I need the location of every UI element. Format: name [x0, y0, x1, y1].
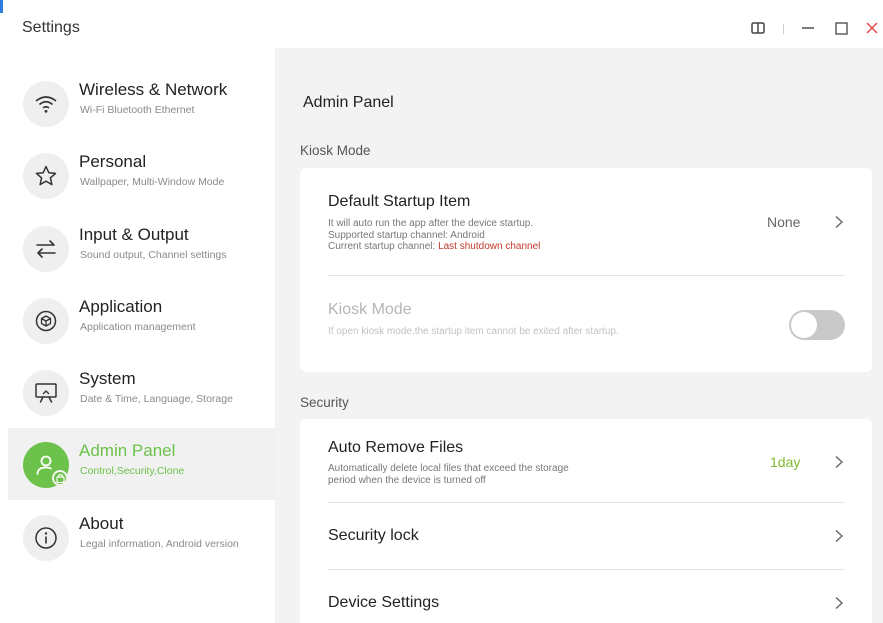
maximize-icon — [834, 21, 848, 35]
auto-remove-files-value: 1day — [770, 454, 801, 470]
current-channel-value: Last shutdown channel — [438, 241, 541, 252]
window-title: Settings — [22, 19, 80, 36]
info-icon — [23, 515, 69, 561]
title-separator — [783, 24, 784, 34]
auto-remove-files-desc: Automatically delete local files that ex… — [328, 463, 569, 486]
title-accent — [0, 0, 3, 13]
kiosk-card: Default Startup Item It will auto run th… — [300, 168, 872, 372]
security-lock-title: Security lock — [328, 527, 419, 544]
kiosk-mode-desc: If open kiosk mode,the startup item cann… — [328, 326, 619, 337]
sidebar-item-label: System — [79, 369, 136, 388]
chevron-right-icon — [835, 529, 844, 543]
minimize-icon — [802, 27, 814, 29]
sidebar-item-subtitle: Wallpaper, Multi-Window Mode — [80, 176, 225, 188]
sidebar-item-label: Wireless & Network — [79, 80, 228, 99]
kiosk-mode-row: Kiosk Mode If open kiosk mode,the startu… — [300, 276, 872, 372]
swap-arrows-icon — [23, 226, 69, 272]
sidebar-item-subtitle: Wi-Fi Bluetooth Ethernet — [80, 104, 195, 116]
sidebar-item-label: Application — [79, 297, 163, 316]
kiosk-mode-title: Kiosk Mode — [328, 301, 412, 318]
kiosk-mode-toggle[interactable] — [789, 310, 845, 340]
device-settings-row[interactable]: Device Settings — [300, 570, 872, 623]
auto-remove-files-title: Auto Remove Files — [328, 439, 464, 456]
sidebar-item-wireless-network[interactable]: Wireless & Network Wi-Fi Bluetooth Ether… — [8, 67, 275, 139]
monitor-icon — [23, 370, 69, 416]
desc-line: Automatically delete local files that ex… — [328, 463, 569, 474]
sidebar-item-admin-panel[interactable]: Admin Panel Control,Security,Clone — [8, 428, 275, 500]
sidebar-item-label: Personal — [79, 152, 147, 171]
section-title-kiosk: Kiosk Mode — [300, 143, 371, 158]
sidebar-item-about[interactable]: About Legal information, Android version — [8, 501, 275, 573]
split-view-button[interactable] — [746, 14, 770, 42]
sidebar-item-subtitle: Date & Time, Language, Storage — [80, 393, 233, 405]
sidebar-item-personal[interactable]: Personal Wallpaper, Multi-Window Mode — [8, 139, 275, 211]
minimize-button[interactable] — [796, 14, 820, 42]
desc-line: Current startup channel: Last shutdown c… — [328, 241, 540, 253]
section-title-security: Security — [300, 395, 349, 410]
cube-icon — [23, 298, 69, 344]
star-icon — [23, 153, 69, 199]
sidebar-item-subtitle: Sound output, Channel settings — [80, 249, 227, 261]
device-settings-title: Device Settings — [328, 594, 440, 611]
default-startup-row[interactable]: Default Startup Item It will auto run th… — [300, 168, 872, 275]
wifi-icon — [23, 81, 69, 127]
current-channel-label: Current startup channel: — [328, 241, 439, 252]
split-view-icon — [751, 22, 765, 34]
toggle-knob — [791, 312, 817, 338]
chevron-right-icon — [835, 596, 844, 610]
sidebar-item-label: Admin Panel — [79, 441, 176, 460]
auto-remove-files-row[interactable]: Auto Remove Files Automatically delete l… — [300, 419, 872, 502]
sidebar: Wireless & Network Wi-Fi Bluetooth Ether… — [8, 58, 275, 623]
sidebar-item-subtitle: Application management — [80, 321, 196, 333]
default-startup-title: Default Startup Item — [328, 193, 471, 210]
desc-line: period when the device is turned off — [328, 474, 486, 486]
sidebar-item-label: Input & Output — [79, 225, 189, 244]
lock-icon — [52, 470, 68, 486]
sidebar-item-system[interactable]: System Date & Time, Language, Storage — [8, 356, 275, 428]
chevron-right-icon — [835, 215, 844, 229]
sidebar-item-application[interactable]: Application Application management — [8, 284, 275, 356]
main-panel: Admin Panel Kiosk Mode Default Startup I… — [275, 48, 883, 623]
default-startup-value: None — [767, 214, 801, 230]
default-startup-desc: It will auto run the app after the devic… — [328, 218, 540, 253]
desc-line: Supported startup channel: Android — [328, 229, 485, 241]
desc-line: It will auto run the app after the devic… — [328, 218, 534, 229]
close-icon — [866, 22, 878, 34]
sidebar-item-subtitle: Control,Security,Clone — [80, 465, 185, 477]
security-lock-row[interactable]: Security lock — [300, 503, 872, 569]
maximize-button[interactable] — [829, 14, 853, 42]
sidebar-item-subtitle: Legal information, Android version — [80, 538, 239, 550]
chevron-right-icon — [835, 455, 844, 469]
close-button[interactable] — [860, 14, 883, 42]
page-title: Admin Panel — [303, 94, 394, 111]
sidebar-item-label: About — [79, 514, 124, 533]
security-card: Auto Remove Files Automatically delete l… — [300, 419, 872, 623]
sidebar-item-input-output[interactable]: Input & Output Sound output, Channel set… — [8, 212, 275, 284]
